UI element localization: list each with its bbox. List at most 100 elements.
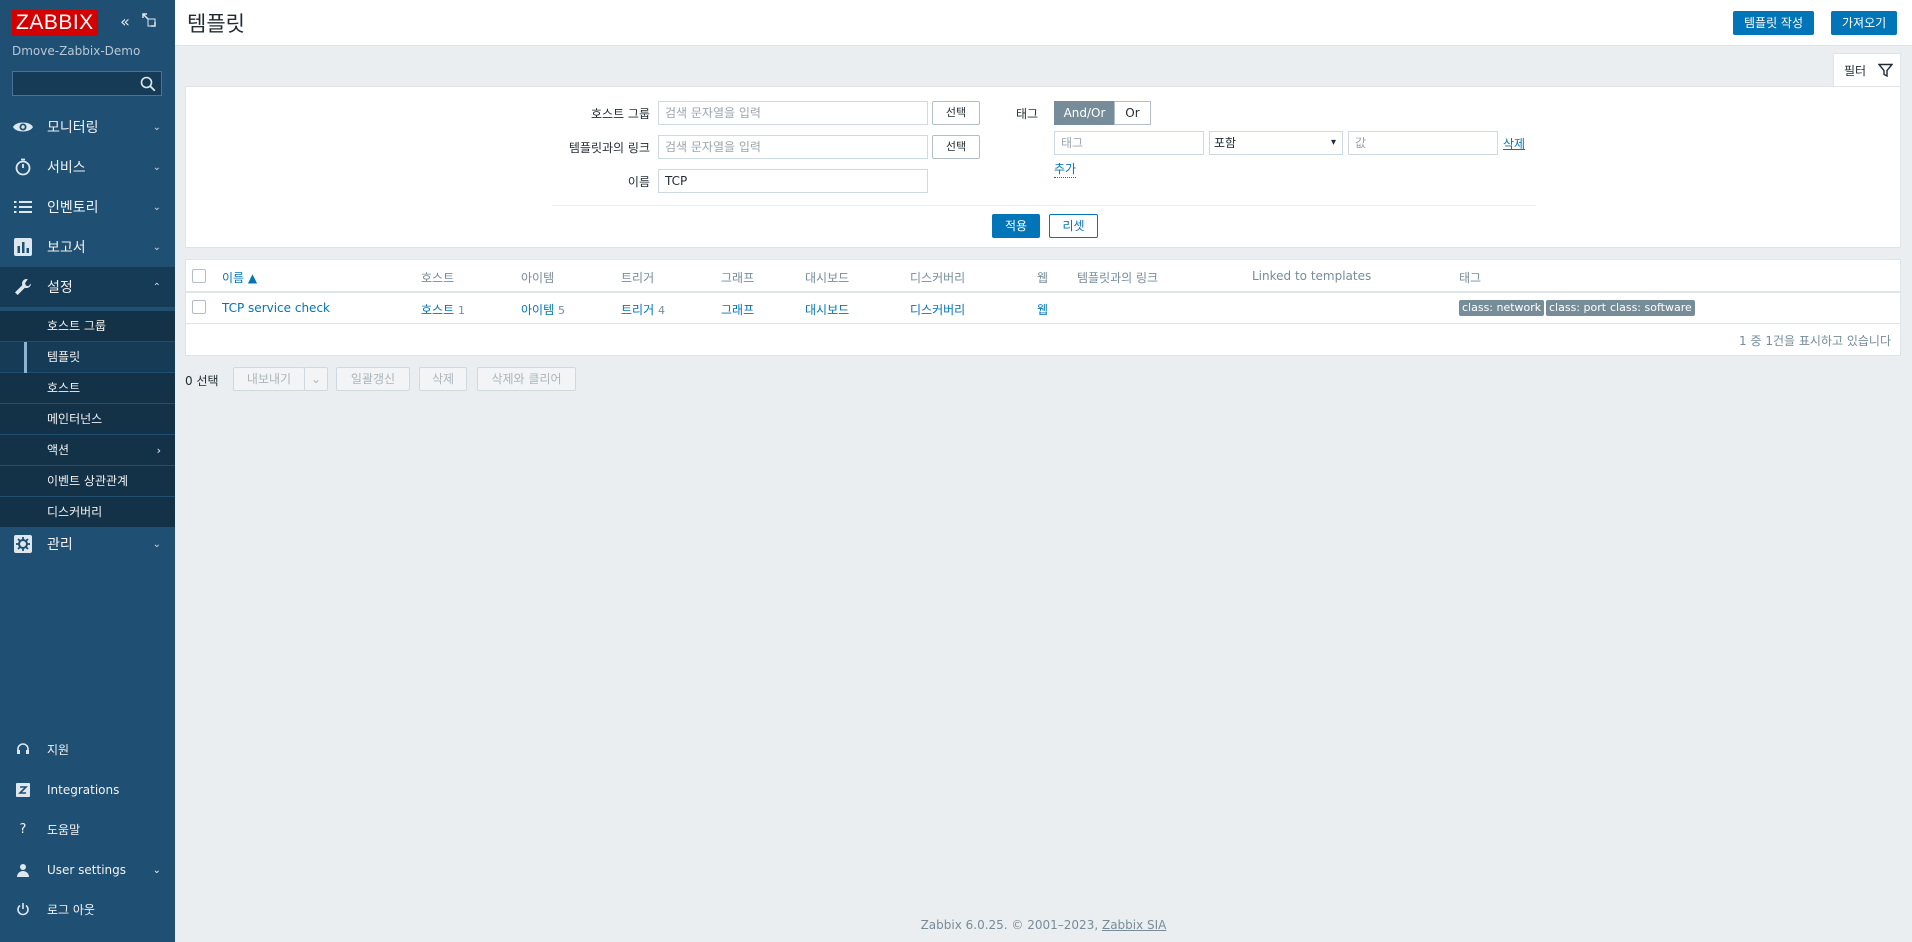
submenu-event-correlation[interactable]: 이벤트 상관관계 [0, 466, 175, 497]
linked-templates-select-button[interactable]: 선택 [932, 135, 980, 159]
hosts-link[interactable]: 호스트 1 [421, 301, 465, 318]
user-icon [14, 861, 32, 879]
tag-badge[interactable]: class: network [1459, 300, 1545, 316]
nav-reports[interactable]: 보고서 ⌄ [0, 227, 175, 267]
stopwatch-icon [12, 156, 34, 178]
column-name[interactable]: 이름 ▲ [222, 269, 257, 286]
submenu-templates[interactable]: 템플릿 [0, 342, 175, 373]
nav-monitoring-label: 모니터링 [47, 120, 99, 136]
filter-tab[interactable]: 필터 [1833, 53, 1901, 87]
apply-button[interactable]: 적용 [992, 214, 1040, 238]
filter-panel: 호스트 그룹 검색 문자열을 입력 선택 템플릿과의 링크 검색 문자열을 입력… [185, 86, 1901, 248]
triggers-link-label: 트리거 [621, 303, 655, 317]
chevron-down-icon: ⌄ [152, 201, 161, 213]
submenu-label: 디스커버리 [47, 505, 103, 519]
name-input[interactable]: TCP [658, 169, 928, 193]
export-dropdown-button[interactable]: ⌄ [304, 367, 328, 391]
zabbix-logo[interactable]: ZABBIX [12, 10, 98, 36]
integrations-icon [14, 781, 32, 799]
wrench-icon [12, 276, 34, 298]
nav-support[interactable]: 지원 [0, 733, 175, 765]
chevron-down-icon: ⌄ [152, 241, 161, 253]
import-button[interactable]: 가져오기 [1831, 11, 1898, 35]
chevron-up-icon: ⌃ [152, 281, 161, 293]
list-icon [12, 196, 34, 218]
graphs-link[interactable]: 그래프 [721, 301, 754, 318]
submenu-actions[interactable]: 액션 › [0, 435, 175, 466]
footer: Zabbix 6.0.25. © 2001–2023, Zabbix SIA [175, 918, 1912, 932]
linked-templates-label: 템플릿과의 링크 [568, 141, 650, 155]
items-link-label: 아이템 [521, 303, 555, 317]
export-button[interactable]: 내보내기 [233, 367, 305, 391]
template-name-link[interactable]: TCP service check [222, 301, 330, 315]
tag-badge[interactable]: class: port [1546, 300, 1610, 316]
kiosk-mode-icon[interactable] [140, 12, 158, 32]
host-group-select-button[interactable]: 선택 [932, 101, 980, 125]
sidebar-search [12, 71, 162, 96]
collapse-sidebar-icon[interactable]: « [116, 12, 134, 32]
tags-label: 태그 [1016, 107, 1039, 121]
chevron-down-icon: ⌄ [152, 161, 161, 173]
chevron-down-icon: ▾ [1330, 137, 1336, 148]
selected-count: 0 선택 [185, 374, 219, 388]
tag-operator-select[interactable]: 포함 ▾ [1209, 131, 1343, 155]
tags-or-toggle[interactable]: Or [1114, 101, 1151, 125]
submenu-label: 메인터넌스 [47, 412, 103, 426]
tag-value-input[interactable]: 값 [1348, 131, 1498, 155]
nav-administration[interactable]: 관리 ⌄ [0, 524, 175, 564]
bar-chart-icon [12, 236, 34, 258]
footer-vendor-link[interactable]: Zabbix SIA [1102, 918, 1166, 932]
question-icon: ? [19, 821, 27, 837]
delete-button[interactable]: 삭제 [419, 367, 467, 391]
table-header: 이름 ▲ 호스트 아이템 트리거 그래프 대시보드 디스커버리 웹 템플릿과의 … [186, 260, 1900, 293]
sidebar-search-input[interactable] [13, 72, 137, 95]
tag-operator-value: 포함 [1214, 136, 1237, 150]
items-link[interactable]: 아이템 5 [521, 301, 565, 318]
host-group-input[interactable]: 검색 문자열을 입력 [658, 101, 928, 125]
delete-and-clear-button[interactable]: 삭제와 클리어 [477, 367, 576, 391]
submenu-hosts[interactable]: 호스트 [0, 373, 175, 404]
submenu-label: 호스트 그룹 [47, 319, 107, 333]
host-group-label: 호스트 그룹 [590, 107, 650, 121]
column-dashboards: 대시보드 [805, 271, 850, 285]
nav-configuration[interactable]: 설정 ⌃ [0, 267, 175, 307]
web-link[interactable]: 웹 [1037, 301, 1048, 318]
name-label: 이름 [627, 175, 650, 189]
remove-tag-link[interactable]: 삭제 [1503, 135, 1525, 152]
create-template-button[interactable]: 템플릿 작성 [1733, 11, 1815, 35]
triggers-link[interactable]: 트리거 4 [621, 301, 665, 318]
submenu-maintenance[interactable]: 메인터넌스 [0, 404, 175, 435]
add-tag-link[interactable]: 추가 [1054, 160, 1077, 178]
linked-templates-input[interactable]: 검색 문자열을 입력 [658, 135, 928, 159]
discovery-link[interactable]: 디스커버리 [910, 301, 965, 318]
nav-monitoring[interactable]: 모니터링 ⌄ [0, 107, 175, 147]
filter-icon [1877, 63, 1894, 78]
submenu-label: 템플릿 [47, 350, 81, 364]
search-icon[interactable] [139, 75, 157, 93]
page-title: 템플릿 [187, 12, 245, 36]
reset-button[interactable]: 리셋 [1049, 214, 1098, 238]
nav-user-settings-label: User settings [47, 863, 127, 877]
nav-services[interactable]: 서비스 ⌄ [0, 147, 175, 187]
submenu-label: 이벤트 상관관계 [47, 474, 129, 488]
column-web: 웹 [1037, 271, 1049, 285]
nav-integrations[interactable]: Integrations [0, 774, 175, 806]
tag-name-input[interactable]: 태그 [1054, 131, 1204, 155]
select-all-checkbox[interactable] [192, 269, 206, 283]
nav-help-label: 도움말 [47, 822, 81, 837]
dashboards-link[interactable]: 대시보드 [805, 301, 849, 318]
nav-inventory[interactable]: 인벤토리 ⌄ [0, 187, 175, 227]
mass-update-button[interactable]: 일괄갱신 [336, 367, 410, 391]
tags-andor-toggle[interactable]: And/Or [1054, 101, 1115, 125]
column-linked-templates: 템플릿과의 링크 [1077, 271, 1159, 285]
eye-icon [12, 116, 34, 138]
nav-integrations-label: Integrations [47, 783, 120, 797]
tag-badge[interactable]: class: software [1607, 300, 1695, 316]
nav-user-settings[interactable]: User settings ⌄ [0, 854, 175, 886]
row-checkbox[interactable] [192, 300, 206, 314]
footer-text: Zabbix 6.0.25. © 2001–2023, [920, 918, 1099, 932]
nav-help[interactable]: ? 도움말 [0, 813, 175, 845]
headset-icon [14, 740, 32, 758]
submenu-host-groups[interactable]: 호스트 그룹 [0, 311, 175, 342]
nav-sign-out[interactable]: 로그 아웃 [0, 893, 175, 925]
